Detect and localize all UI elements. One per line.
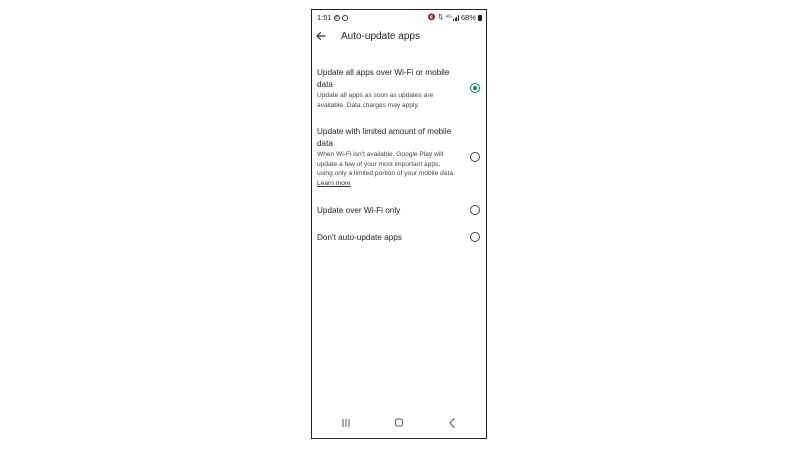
lte-icon: ⁴ᴳ bbox=[445, 13, 452, 21]
option-title: Don't auto-update apps bbox=[317, 233, 402, 242]
navigation-bar bbox=[312, 416, 486, 430]
radio-no-auto-update[interactable] bbox=[470, 232, 480, 242]
status-bar: 1:51 ✆ ◦ 🔇 ⇅ ⁴ᴳ 68% bbox=[312, 12, 486, 24]
option-description: When Wi-Fi isn't available, Google Play … bbox=[317, 150, 455, 188]
instagram-icon: ◦ bbox=[341, 14, 348, 21]
option-description: Update all apps as soon as updates are a… bbox=[317, 92, 434, 109]
option-title: Update with limited amount of mobile dat… bbox=[317, 127, 452, 148]
battery-icon bbox=[478, 14, 482, 21]
app-bar: Auto-update apps bbox=[312, 28, 486, 48]
wifi-data-icon: ⇅ bbox=[438, 13, 444, 21]
signal-icon bbox=[453, 14, 459, 21]
status-time: 1:51 bbox=[317, 13, 332, 22]
option-title: Update all apps over Wi-Fi or mobile dat… bbox=[317, 68, 450, 89]
recents-icon[interactable] bbox=[338, 416, 354, 430]
home-icon[interactable] bbox=[391, 416, 407, 430]
arrow-left-icon[interactable] bbox=[313, 28, 329, 44]
phone-call-icon: ✆ bbox=[333, 14, 340, 21]
option-description-text: When Wi-Fi isn't available, Google Play … bbox=[317, 151, 455, 178]
radio-update-all[interactable] bbox=[470, 83, 480, 93]
page-title: Auto-update apps bbox=[341, 31, 420, 42]
radio-wifi-only[interactable] bbox=[470, 205, 480, 215]
learn-more-link[interactable]: Learn more bbox=[317, 180, 351, 187]
battery-percent: 68% bbox=[460, 13, 476, 22]
phone-screen: 1:51 ✆ ◦ 🔇 ⇅ ⁴ᴳ 68% Auto-update apps Upd… bbox=[311, 9, 487, 439]
option-title: Update over Wi-Fi only bbox=[317, 206, 401, 215]
back-nav-icon[interactable] bbox=[444, 416, 460, 430]
mute-icon: 🔇 bbox=[427, 13, 436, 21]
radio-limited-data[interactable] bbox=[470, 152, 480, 162]
